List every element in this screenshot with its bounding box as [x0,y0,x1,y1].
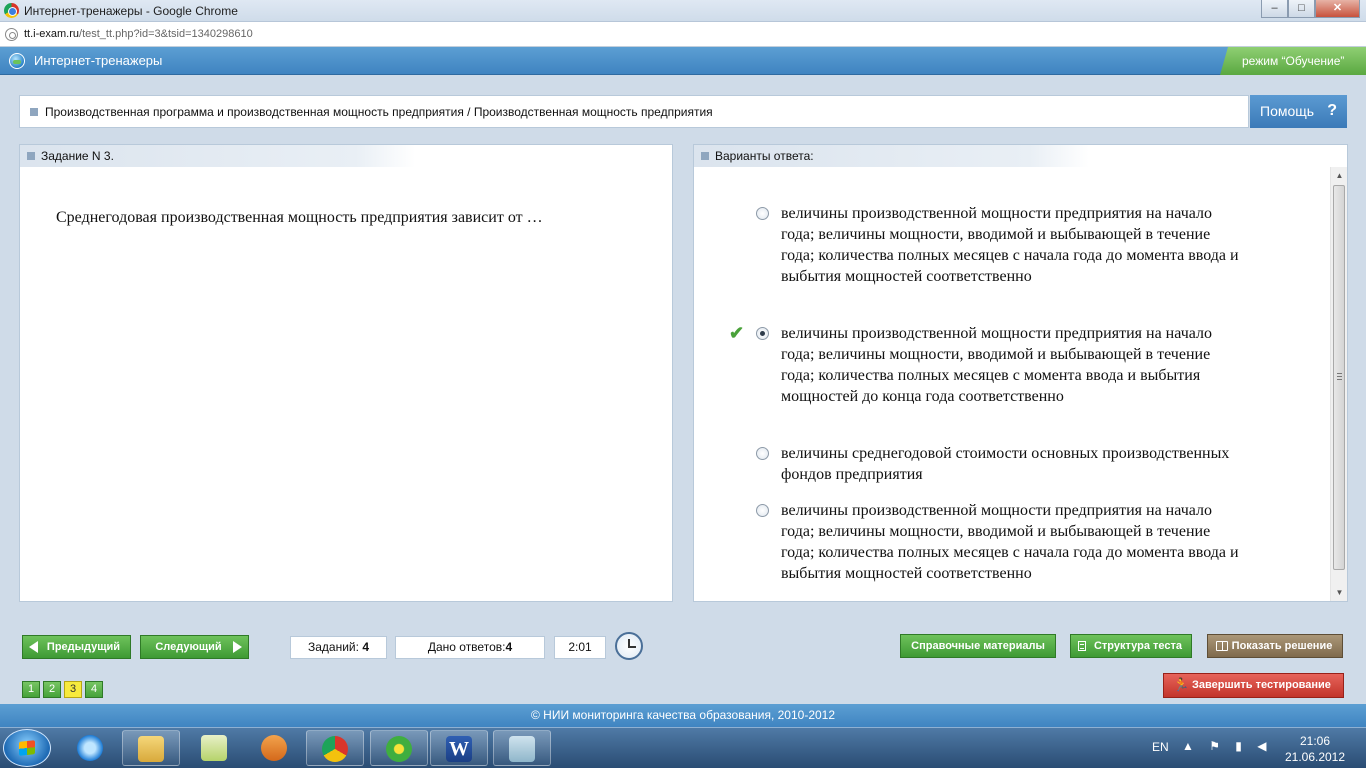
tray-icons[interactable]: ▲ ⚑ ▮ ◀ [1182,739,1272,753]
bullet-square-icon [701,152,709,160]
language-indicator[interactable]: EN [1152,740,1169,754]
page-button-4[interactable]: 4 [85,681,103,698]
window-title: Интернет-тренажеры - Google Chrome [24,4,238,18]
address-bar[interactable]: tt.i-exam.ru/test_tt.php?id=3&tsid=13402… [0,22,1366,47]
files-icon [201,735,227,761]
taskbar-media[interactable] [246,730,304,766]
book-icon [1216,641,1228,651]
chrome-icon [4,3,19,18]
start-button[interactable] [3,729,51,767]
question-pager: 1 2 3 4 [22,681,103,698]
next-button[interactable]: Следующий [140,635,249,659]
answers-title: Варианты ответа: [715,149,814,163]
windows-logo-icon [19,740,35,756]
runner-icon: 🏃 [1173,677,1190,692]
scroll-up-arrow-icon[interactable]: ▲ [1331,167,1347,184]
show-solution-label: Показать решение [1231,640,1333,652]
scrollbar-thumb[interactable] [1333,185,1345,570]
test-structure-button[interactable]: Структура теста [1070,634,1192,658]
next-label: Следующий [155,641,222,653]
answer-radio-4[interactable] [756,504,769,517]
answers-scrollbar[interactable]: ▲ ▼ [1330,167,1347,601]
show-solution-button[interactable]: Показать решение [1207,634,1343,658]
answer-radio-2[interactable] [756,327,769,340]
media-player-icon [261,735,287,761]
footer: © НИИ мониторинга качества образования, … [0,704,1366,727]
maximize-button[interactable]: □ [1288,0,1315,18]
answer-radio-1[interactable] [756,207,769,220]
answered-value: 4 [505,640,513,654]
scroll-down-arrow-icon[interactable]: ▼ [1331,584,1347,601]
test-structure-label: Структура теста [1093,640,1183,652]
question-mark-icon: ? [1327,102,1337,119]
arrow-right-icon [233,641,242,653]
list-icon [1078,641,1086,651]
tasks-value: 4 [362,640,369,654]
minimize-button[interactable]: – [1261,0,1288,18]
question-text: Среднегодовая производственная мощность … [56,209,543,226]
page-button-3[interactable]: 3 [64,681,82,698]
previous-button[interactable]: Предыдущий [22,635,131,659]
task-title-bar: Задание N 3. [20,145,415,167]
icq-icon [386,736,412,762]
taskbar-word[interactable]: W [430,730,488,766]
finish-testing-button[interactable]: 🏃 Завершить тестирование [1163,673,1344,698]
globe-icon [9,53,25,69]
answered-count: Дано ответов:4 [395,636,545,659]
answer-radio-3[interactable] [756,447,769,460]
taskbar-files[interactable] [186,730,244,766]
notes-icon [509,736,535,762]
answers-title-bar: Варианты ответа: [694,145,1089,167]
taskbar-chrome[interactable] [306,730,364,766]
taskbar-notes[interactable] [493,730,551,766]
previous-label: Предыдущий [46,641,121,653]
taskbar-ie[interactable] [62,730,116,766]
finish-label: Завершить тестирование [1192,679,1331,691]
folder-icon [138,736,164,762]
scroll-grip-icon [1337,373,1342,380]
internet-explorer-icon [77,735,103,761]
answer-text-2: величины производственной мощности предп… [781,325,1212,405]
taskbar: W EN ▲ ⚑ ▮ ◀ 21:06 21.06.2012 [0,727,1366,768]
answer-text-3: величины среднегодовой стоимости основны… [781,445,1230,483]
window-controls: – □ ✕ [1261,0,1360,18]
tasks-label: Заданий: [308,640,359,654]
clock-icon [615,632,643,660]
task-title: Задание N 3. [41,149,114,163]
task-panel: Задание N 3. Среднегодовая производствен… [19,144,673,602]
bullet-square-icon [30,108,38,116]
checkmark-icon: ✔ [729,323,745,343]
chrome-icon [322,736,348,762]
page-info-icon[interactable] [5,28,18,41]
breadcrumb: Производственная программа и производств… [19,95,1249,128]
page-button-2[interactable]: 2 [43,681,61,698]
page-button-1[interactable]: 1 [22,681,40,698]
bullet-square-icon [27,152,35,160]
breadcrumb-text: Производственная программа и производств… [45,105,713,119]
window-titlebar: Интернет-тренажеры - Google Chrome – □ ✕ [0,0,1366,22]
url-host: tt.i-exam.ru [24,28,80,40]
close-button[interactable]: ✕ [1315,0,1360,18]
arrow-left-icon [29,641,38,653]
reference-materials-button[interactable]: Справочные материалы [900,634,1056,658]
url-path: /test_tt.php?id=3&tsid=1340298610 [79,28,253,40]
help-label: Помощь [1260,103,1315,119]
taskbar-explorer[interactable] [122,730,180,766]
answer-text-1: величины производственной мощности предп… [781,205,1239,285]
help-button[interactable]: Помощь ? [1250,95,1347,128]
mode-badge: режим “Обучение” [1220,47,1366,75]
app-header: Интернет-тренажеры режим “Обучение” [0,47,1366,75]
tasks-count: Заданий: 4 [290,636,387,659]
answers-panel: Варианты ответа: величины производственн… [693,144,1348,602]
clock-date: 21.06.2012 [1284,750,1346,764]
answer-text-4: величины производственной мощности предп… [781,502,1239,582]
clock-time: 21:06 [1299,734,1331,748]
system-clock[interactable]: 21:06 21.06.2012 [1280,733,1350,765]
answered-label: Дано ответов: [427,640,506,654]
word-icon: W [446,736,472,762]
taskbar-icq[interactable] [370,730,428,766]
timer: 2:01 [554,636,606,659]
app-title: Интернет-тренажеры [34,53,163,68]
url-text[interactable]: tt.i-exam.ru/test_tt.php?id=3&tsid=13402… [24,28,253,40]
